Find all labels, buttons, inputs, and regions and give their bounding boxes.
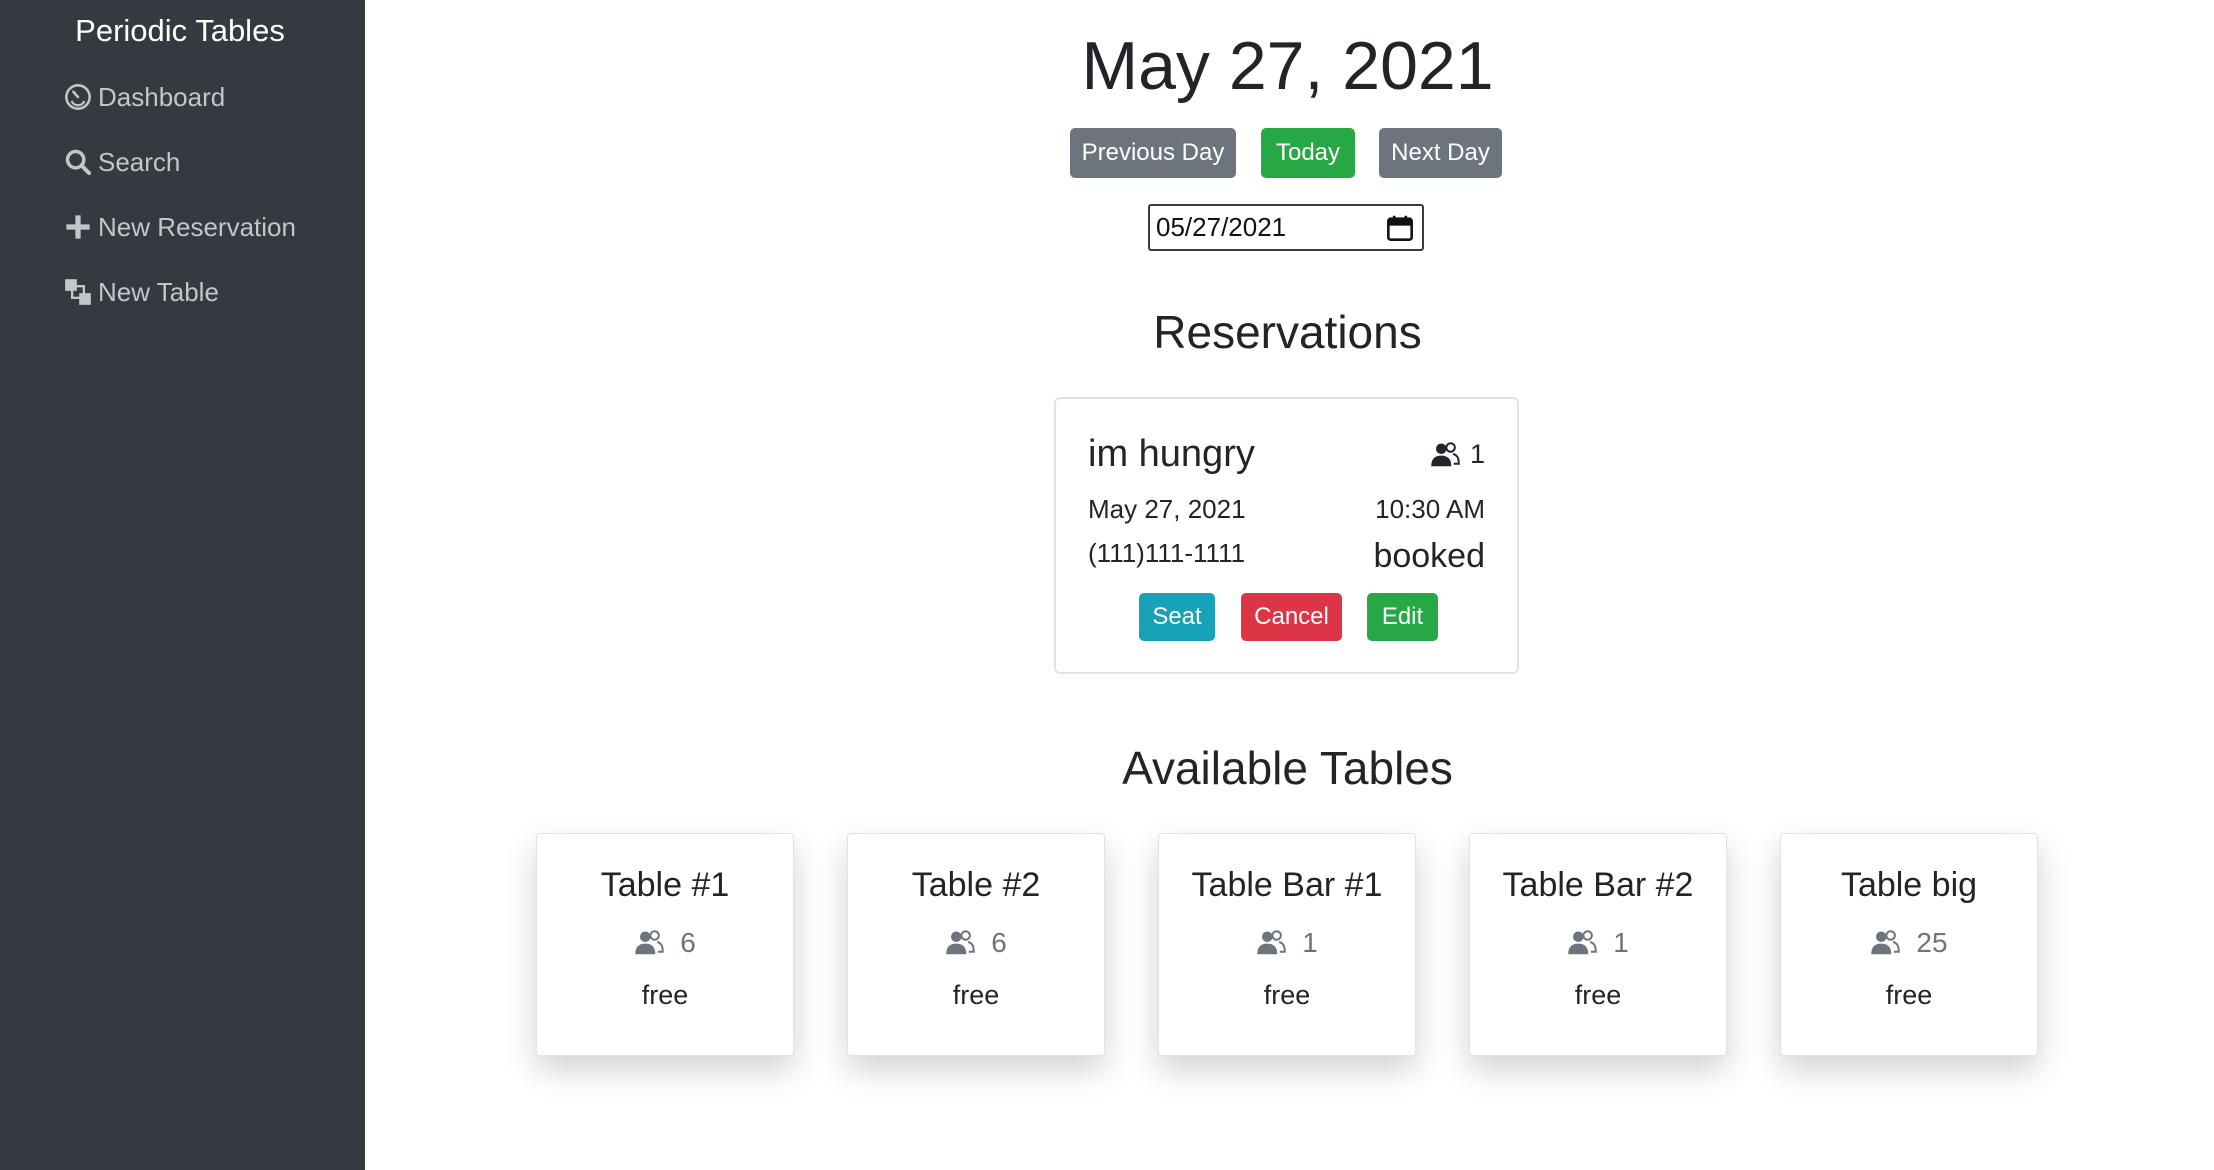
table-status: free	[641, 980, 689, 1010]
people-icon	[1257, 930, 1286, 955]
table-name: Table #2	[911, 866, 1041, 904]
sidebar-item-dashboard[interactable]: Dashboard	[64, 75, 225, 119]
reservation-date: May 27, 2021	[1088, 494, 1246, 524]
search-icon	[65, 149, 92, 176]
table-capacity-value: 1	[1302, 927, 1318, 958]
reservation-time: 10:30 AM	[1375, 494, 1485, 524]
table-capacity-value: 6	[680, 927, 696, 958]
table-capacity-value: 1	[1613, 927, 1629, 958]
table-status: free	[1885, 980, 1933, 1010]
dashboard-icon	[65, 84, 91, 110]
edit-button[interactable]: Edit	[1367, 593, 1438, 641]
table-card: Table #1 6 free	[536, 833, 794, 1056]
table-status: free	[1263, 980, 1311, 1010]
sidebar-item-label: New Table	[98, 276, 219, 307]
tables-heading: Available Tables	[1122, 742, 1453, 794]
sidebar-item-label: New Reservation	[98, 211, 296, 242]
previous-day-button[interactable]: Previous Day	[1070, 128, 1236, 178]
reservation-party-size: 1	[1430, 439, 1485, 470]
reservation-status: booked	[1373, 537, 1485, 575]
people-icon	[1431, 441, 1460, 466]
people-icon	[1871, 930, 1901, 955]
table-card: Table #2 6 free	[847, 833, 1105, 1056]
cancel-button[interactable]: Cancel	[1241, 593, 1342, 641]
table-name: Table #1	[600, 866, 730, 904]
table-capacity: 6	[848, 925, 1104, 961]
brand-title[interactable]: Periodic Tables	[0, 10, 360, 52]
reservation-name: im hungry	[1088, 433, 1255, 475]
main-content: May 27, 2021 Previous Day Today Next Day…	[365, 0, 2214, 1170]
page-title: May 27, 2021	[1081, 28, 1494, 104]
table-name: Table big	[1840, 866, 1978, 904]
table-capacity: 25	[1781, 925, 2037, 961]
sidebar-item-label: Dashboard	[98, 81, 226, 112]
layers-icon	[65, 279, 91, 305]
sidebar: Periodic Tables Dashboard Search New Res…	[0, 0, 365, 1170]
reservation-card: im hungry 1 May 27, 2021 10:30 AM (111)1…	[1054, 397, 1519, 674]
table-name: Table Bar #2	[1502, 866, 1694, 904]
table-card: Table big 25 free	[1780, 833, 2038, 1056]
reservations-heading: Reservations	[1153, 306, 1422, 358]
table-capacity: 1	[1470, 925, 1726, 961]
reservation-phone: (111)111-1111	[1088, 538, 1246, 568]
table-capacity: 6	[537, 925, 793, 961]
date-field-value: 05/27/2021	[1156, 212, 1287, 242]
people-icon	[635, 930, 664, 955]
table-card: Table Bar #2 1 free	[1469, 833, 1727, 1056]
sidebar-item-label: Search	[98, 146, 181, 177]
table-status: free	[952, 980, 1000, 1010]
table-card: Table Bar #1 1 free	[1158, 833, 1416, 1056]
table-capacity: 1	[1159, 925, 1415, 961]
table-capacity-value: 6	[991, 927, 1007, 958]
date-field[interactable]: 05/27/2021	[1148, 204, 1424, 251]
sidebar-item-new-reservation[interactable]: New Reservation	[64, 205, 296, 249]
table-name: Table Bar #1	[1191, 866, 1383, 904]
today-button[interactable]: Today	[1261, 128, 1355, 178]
seat-button[interactable]: Seat	[1139, 593, 1215, 641]
calendar-icon[interactable]	[1386, 214, 1414, 242]
sidebar-item-search[interactable]: Search	[64, 140, 180, 184]
reservation-people: 1	[1469, 439, 1485, 469]
table-capacity-value: 25	[1916, 927, 1948, 958]
next-day-button[interactable]: Next Day	[1379, 128, 1502, 178]
sidebar-item-new-table[interactable]: New Table	[64, 270, 219, 314]
plus-icon	[66, 215, 90, 239]
people-icon	[946, 930, 975, 955]
table-status: free	[1574, 980, 1622, 1010]
people-icon	[1568, 930, 1597, 955]
